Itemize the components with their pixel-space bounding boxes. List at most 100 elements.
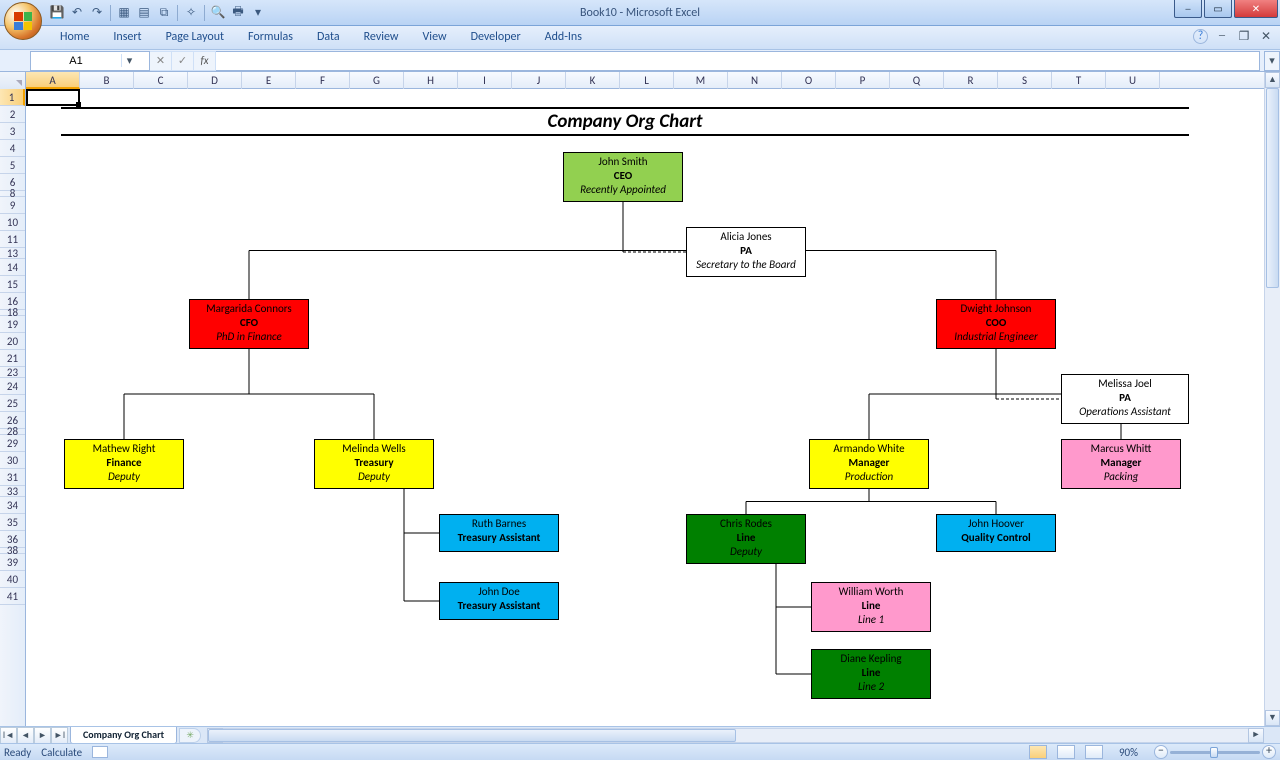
row-header[interactable]: 20: [0, 333, 25, 350]
close-button[interactable]: ✕: [1234, 0, 1278, 18]
formula-input[interactable]: [216, 51, 1260, 71]
row-header[interactable]: 9: [0, 197, 25, 214]
col-header[interactable]: M: [674, 72, 728, 89]
row-header[interactable]: 24: [0, 378, 25, 395]
row-header[interactable]: 40: [0, 571, 25, 588]
row-header[interactable]: 21: [0, 350, 25, 367]
col-header[interactable]: P: [836, 72, 890, 89]
row-header[interactable]: 11: [0, 231, 25, 248]
row-header[interactable]: 29: [0, 435, 25, 452]
help-icon[interactable]: ?: [1193, 29, 1208, 44]
name-box[interactable]: ▾: [30, 51, 150, 71]
view-page-layout-icon[interactable]: [1057, 745, 1075, 759]
qat-customize-icon[interactable]: ▾: [249, 4, 267, 22]
org-node-pa2[interactable]: Melissa JoelPAOperations Assistant: [1061, 374, 1189, 424]
ribbon-tab-add-ins[interactable]: Add-Ins: [533, 26, 594, 49]
org-node-line[interactable]: Chris RodesLineDeputy: [686, 514, 806, 564]
col-header[interactable]: C: [134, 72, 188, 89]
row-header[interactable]: 19: [0, 316, 25, 333]
zoom-level[interactable]: 90%: [1119, 746, 1138, 759]
col-header[interactable]: Q: [890, 72, 944, 89]
row-header[interactable]: 33: [0, 486, 25, 497]
workbook-restore-icon[interactable]: ❐: [1236, 28, 1252, 44]
ribbon-tab-home[interactable]: Home: [48, 26, 101, 49]
workbook-minimize-icon[interactable]: ─: [1214, 28, 1230, 44]
find-icon[interactable]: 🔍: [209, 4, 227, 22]
row-header[interactable]: 5: [0, 157, 25, 174]
select-all-button[interactable]: [0, 72, 26, 89]
ribbon-tab-page-layout[interactable]: Page Layout: [154, 26, 236, 49]
col-header[interactable]: R: [944, 72, 998, 89]
org-node-qc[interactable]: John HooverQuality Control: [936, 514, 1056, 552]
scroll-down-button[interactable]: ▼: [1265, 710, 1280, 726]
row-header[interactable]: 23: [0, 367, 25, 378]
row-header[interactable]: 2: [0, 106, 25, 123]
org-node-pack[interactable]: Marcus WhittManagerPacking: [1061, 439, 1181, 489]
table-icon[interactable]: ▤: [135, 4, 153, 22]
copy-icon[interactable]: ⧉: [155, 4, 173, 22]
col-header[interactable]: H: [404, 72, 458, 89]
org-node-cfo[interactable]: Margarida ConnorsCFOPhD in Finance: [189, 299, 309, 349]
zoom-in-icon[interactable]: +: [1262, 745, 1276, 759]
zoom-slider[interactable]: − +: [1154, 745, 1276, 759]
ribbon-tab-insert[interactable]: Insert: [101, 26, 153, 49]
org-node-ta1[interactable]: Ruth BarnesTreasury Assistant: [439, 514, 559, 552]
org-node-ceo[interactable]: John SmithCEORecently Appointed: [563, 152, 683, 202]
ribbon-tab-data[interactable]: Data: [305, 26, 352, 49]
org-node-prod[interactable]: Armando WhiteManagerProduction: [809, 439, 929, 489]
row-header[interactable]: 14: [0, 259, 25, 276]
scroll-up-button[interactable]: ▲: [1265, 72, 1280, 88]
redo-icon[interactable]: ↷: [88, 4, 106, 22]
insert-function-icon[interactable]: fx: [194, 51, 216, 71]
ribbon-tab-view[interactable]: View: [411, 26, 459, 49]
office-button[interactable]: [4, 2, 42, 40]
col-header[interactable]: F: [296, 72, 350, 89]
undo-icon[interactable]: ↶: [68, 4, 86, 22]
ribbon-tab-formulas[interactable]: Formulas: [236, 26, 305, 49]
org-node-fin[interactable]: Mathew RightFinanceDeputy: [64, 439, 184, 489]
row-header[interactable]: 41: [0, 588, 25, 605]
tab-next-icon[interactable]: ►: [34, 727, 51, 744]
fx-cancel-icon[interactable]: ✕: [150, 51, 172, 71]
name-box-input[interactable]: [31, 55, 121, 67]
horizontal-scrollbar[interactable]: ◄ ►: [207, 728, 1264, 743]
col-header[interactable]: O: [782, 72, 836, 89]
col-header[interactable]: S: [998, 72, 1052, 89]
row-header[interactable]: 1: [0, 89, 25, 106]
org-node-l1[interactable]: William WorthLineLine 1: [811, 582, 931, 632]
name-box-dropdown-icon[interactable]: ▾: [121, 54, 137, 67]
new-icon[interactable]: ✧: [182, 4, 200, 22]
col-header[interactable]: E: [242, 72, 296, 89]
grid-icon[interactable]: ▦: [115, 4, 133, 22]
row-header[interactable]: 30: [0, 452, 25, 469]
macro-record-icon[interactable]: [92, 746, 108, 758]
row-header[interactable]: 34: [0, 497, 25, 514]
row-header[interactable]: 13: [0, 248, 25, 259]
print-icon[interactable]: 🖶: [229, 4, 247, 22]
org-node-coo[interactable]: Dwight JohnsonCOOIndustrial Engineer: [936, 299, 1056, 349]
sheet-tab[interactable]: Company Org Chart: [70, 727, 177, 744]
col-header[interactable]: G: [350, 72, 404, 89]
col-header[interactable]: J: [512, 72, 566, 89]
ribbon-tab-developer[interactable]: Developer: [459, 26, 533, 49]
new-sheet-icon[interactable]: ✳: [179, 728, 201, 743]
row-header[interactable]: 3: [0, 123, 25, 140]
col-header[interactable]: A: [26, 72, 80, 89]
row-header[interactable]: 15: [0, 276, 25, 293]
org-node-pa1[interactable]: Alicia JonesPASecretary to the Board: [686, 227, 806, 277]
scroll-right-button[interactable]: ►: [1248, 728, 1264, 743]
col-header[interactable]: T: [1052, 72, 1106, 89]
row-header[interactable]: 25: [0, 395, 25, 412]
scroll-thumb[interactable]: [1266, 88, 1279, 288]
ribbon-tab-review[interactable]: Review: [352, 26, 411, 49]
save-icon[interactable]: 💾: [48, 4, 66, 22]
row-header[interactable]: 10: [0, 214, 25, 231]
col-header[interactable]: L: [620, 72, 674, 89]
col-header[interactable]: I: [458, 72, 512, 89]
row-header[interactable]: 39: [0, 554, 25, 571]
view-normal-icon[interactable]: [1029, 745, 1047, 759]
col-header[interactable]: D: [188, 72, 242, 89]
col-header[interactable]: N: [728, 72, 782, 89]
maximize-button[interactable]: ▭: [1204, 0, 1232, 18]
minimize-button[interactable]: ─: [1174, 0, 1202, 18]
